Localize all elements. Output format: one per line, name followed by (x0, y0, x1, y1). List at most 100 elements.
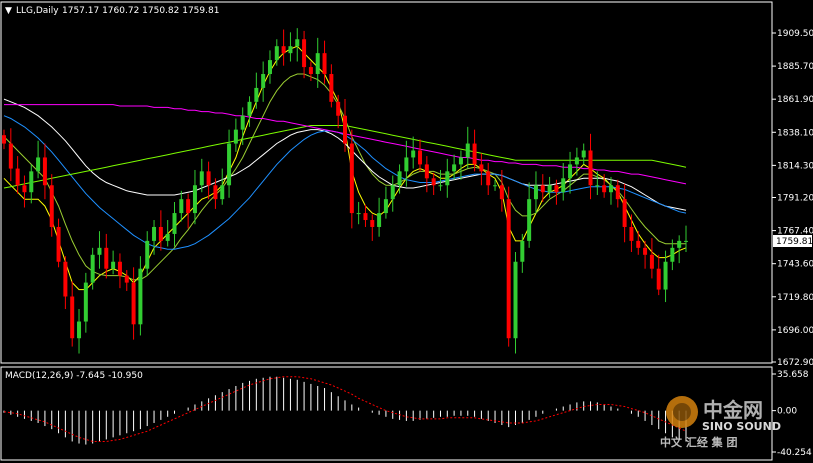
candle-body (131, 282, 136, 325)
watermark-sub: 中文 汇经 集 团 (660, 435, 738, 449)
candle-body (397, 171, 402, 186)
candle-body (554, 185, 559, 193)
price-tick-label: 1672.90 (777, 358, 813, 368)
candle-body (643, 247, 648, 255)
candle-body (602, 185, 607, 193)
candle-body (274, 46, 279, 61)
candle-body (479, 164, 484, 172)
candle-body (336, 101, 341, 116)
candle-body (22, 185, 27, 193)
candle-body (411, 150, 416, 158)
candle-body (254, 87, 259, 102)
candle-body (117, 261, 122, 276)
candle-body (595, 185, 600, 187)
candle-body (302, 39, 307, 68)
candle-body (438, 185, 443, 187)
candle-body (363, 213, 368, 221)
ohlc-values: 1757.17 1760.72 1750.82 1759.81 (62, 6, 219, 16)
candle-body (83, 282, 88, 322)
macd-tick-label: 0.00 (777, 407, 797, 417)
candle-body (684, 240, 688, 242)
candle-body (97, 247, 102, 255)
candle-body (670, 247, 675, 262)
candle-body (322, 53, 327, 75)
chart-background (0, 0, 813, 463)
price-tick-label: 1861.90 (777, 95, 813, 105)
candle-body (383, 199, 388, 214)
candle-body (172, 213, 177, 234)
candle-body (390, 185, 395, 200)
candle-body (377, 213, 382, 227)
current-price-label: 1759.81 (776, 237, 813, 247)
candle-body (677, 240, 682, 248)
candle-body (220, 185, 225, 200)
candle-body (527, 199, 532, 241)
candle-body (90, 254, 95, 283)
candle-body (493, 185, 498, 187)
candle-body (295, 39, 300, 47)
candle-body (486, 171, 491, 186)
macd-tick-label: 35.658 (777, 370, 809, 380)
candle-body (343, 115, 347, 144)
candle-body (77, 321, 82, 339)
candle-body (588, 150, 593, 186)
candle-body (404, 157, 409, 172)
candle-body (520, 240, 525, 262)
candle-body (581, 150, 586, 158)
candle-body (308, 67, 313, 75)
candle-body (42, 157, 47, 186)
candle-body (247, 101, 252, 116)
price-tick-label: 1838.10 (777, 128, 813, 138)
candle-body (649, 254, 654, 269)
candle-body (370, 220, 375, 227)
candle-body (29, 171, 34, 193)
candle-body (70, 296, 75, 339)
candle-body (124, 275, 129, 283)
candle-body (622, 199, 627, 227)
price-tick-label: 1909.50 (777, 29, 813, 39)
candle-body (261, 74, 266, 88)
candle-body (213, 185, 218, 200)
candle-body (506, 199, 511, 339)
candle-body (315, 53, 320, 75)
candle-body (233, 129, 238, 144)
candle-body (165, 233, 170, 241)
price-tick-label: 1719.80 (777, 293, 813, 303)
candle-body (56, 226, 61, 262)
candle-body (49, 185, 54, 227)
header-arrow-icon[interactable]: ▼ (5, 6, 12, 16)
candle-body (206, 171, 211, 186)
candle-body (636, 240, 641, 248)
candle-body (513, 261, 518, 339)
candle-body (418, 150, 423, 165)
price-tick-label: 1814.30 (777, 161, 813, 171)
chart-canvas: 1909.50 1885.70 1861.90 1838.10 1814.30 1791.… (0, 0, 813, 463)
candle-body (458, 157, 463, 165)
candle-body (145, 240, 150, 269)
candle-body (615, 185, 620, 200)
price-tick-label: 1791.20 (777, 194, 813, 204)
candle-body (104, 247, 109, 269)
candle-body (445, 171, 450, 186)
candle-body (608, 185, 613, 193)
candle-body (663, 261, 668, 290)
candle-body (179, 199, 184, 214)
candle-body (452, 164, 457, 172)
candle-body (152, 226, 157, 241)
symbol-timeframe: LLG,Daily (16, 6, 59, 16)
candle-body (281, 46, 286, 54)
candle-body (540, 185, 545, 193)
candle-body (424, 164, 429, 179)
candle-body (111, 261, 116, 269)
candle-body (63, 261, 68, 297)
candle-body (199, 171, 204, 186)
candle-body (138, 268, 143, 325)
watermark-en: SINO SOUND (702, 420, 781, 433)
candle-body (158, 226, 163, 241)
candle-body (8, 143, 13, 169)
candle-body (533, 185, 538, 200)
price-tick-label: 1743.60 (777, 260, 813, 270)
candle-body (36, 157, 41, 172)
macd-label: MACD(12,26,9) -7.645 -10.950 (5, 371, 143, 381)
macd-tick-label: -40.254 (777, 448, 812, 458)
